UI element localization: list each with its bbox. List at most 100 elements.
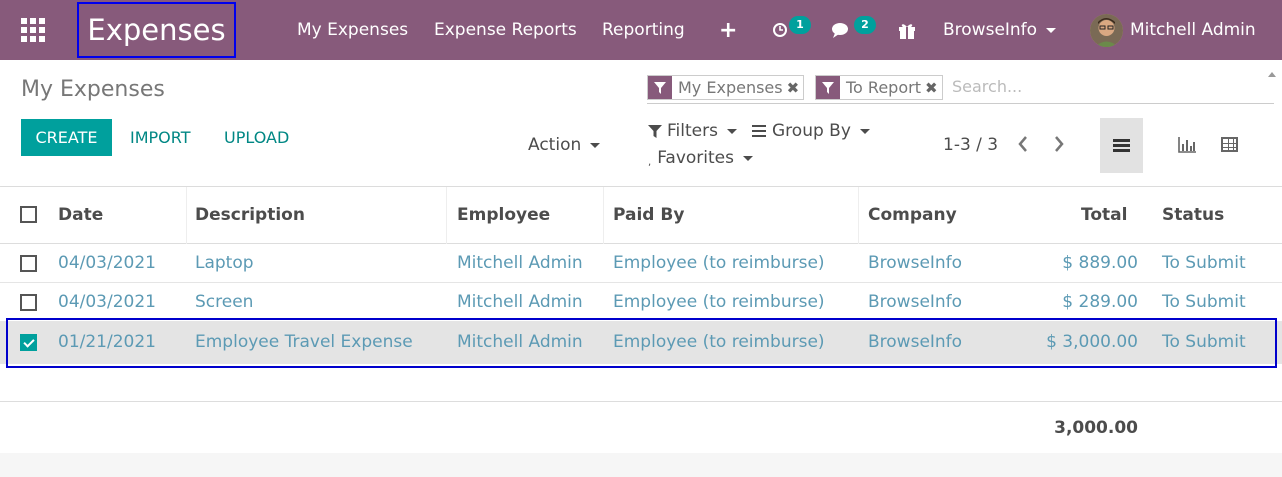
cell-status: To Submit xyxy=(1162,332,1246,352)
pager-value[interactable]: 1-3 / 3 xyxy=(943,135,998,155)
total-sum: 3,000.00 xyxy=(1054,418,1138,438)
row-checkbox[interactable] xyxy=(20,294,37,311)
user-name: Mitchell Admin xyxy=(1130,20,1256,40)
menu-reporting[interactable]: Reporting xyxy=(602,0,685,60)
cell-status: To Submit xyxy=(1162,292,1246,312)
chevron-down-icon xyxy=(859,128,870,134)
app-brand[interactable]: Expenses xyxy=(77,2,236,58)
table-footer-divider xyxy=(0,401,1282,402)
cell-employee: Mitchell Admin xyxy=(457,253,583,273)
top-navbar: Expenses My Expenses Expense Reports Rep… xyxy=(0,0,1282,60)
upload-button[interactable]: UPLOAD xyxy=(224,119,289,156)
comments-icon xyxy=(832,22,848,38)
cell-paid-by: Employee (to reimburse) xyxy=(613,332,825,352)
import-button[interactable]: IMPORT xyxy=(130,119,191,156)
messages-menu[interactable]: 2 xyxy=(832,0,876,60)
chevron-down-icon xyxy=(1046,27,1057,33)
scroll-up-icon[interactable] xyxy=(1268,72,1276,77)
cell-paid-by: Employee (to reimburse) xyxy=(613,292,825,312)
table-row[interactable]: 04/03/2021 Laptop Mitchell Admin Employe… xyxy=(0,244,1282,283)
filter-icon xyxy=(648,124,662,138)
column-header-status[interactable]: Status xyxy=(1162,205,1224,225)
cell-company: BrowseInfo xyxy=(868,292,963,312)
page-title: My Expenses xyxy=(21,77,165,102)
cell-description: Laptop xyxy=(195,253,254,273)
groupby-dropdown[interactable]: Group By xyxy=(752,121,870,141)
graph-view-icon[interactable] xyxy=(1178,137,1196,153)
gift-icon[interactable] xyxy=(898,0,916,60)
column-header-date[interactable]: Date xyxy=(58,205,103,225)
column-header-description[interactable]: Description xyxy=(195,205,305,225)
cell-status: To Submit xyxy=(1162,253,1246,273)
column-resizer[interactable] xyxy=(858,187,859,244)
facet-value: To Report xyxy=(846,78,921,97)
cell-company: BrowseInfo xyxy=(868,332,963,352)
chevron-right-icon[interactable] xyxy=(1053,133,1065,158)
column-resizer[interactable] xyxy=(186,187,187,244)
menu-expense-reports[interactable]: Expense Reports xyxy=(434,0,577,60)
remove-facet-icon[interactable]: ✖ xyxy=(787,76,804,99)
cell-company: BrowseInfo xyxy=(868,253,963,273)
cell-employee: Mitchell Admin xyxy=(457,292,583,312)
cell-description: Employee Travel Expense xyxy=(195,332,413,352)
bars-icon xyxy=(752,125,766,137)
clock-icon xyxy=(773,23,787,37)
favorites-dropdown[interactable]: , Favorites xyxy=(648,148,753,168)
facet-value: My Expenses xyxy=(678,78,783,97)
plus-icon[interactable]: + xyxy=(719,0,737,60)
user-menu[interactable]: Mitchell Admin xyxy=(1090,0,1256,60)
search-facet-to-report[interactable]: To Report ✖ xyxy=(815,75,943,100)
filters-label: Filters xyxy=(667,121,718,141)
activity-badge: 1 xyxy=(789,16,811,34)
company-switcher[interactable]: BrowseInfo xyxy=(943,0,1057,60)
action-dropdown[interactable]: Action xyxy=(528,135,601,155)
action-label: Action xyxy=(528,135,582,155)
cell-total: $ 3,000.00 xyxy=(1046,332,1138,352)
column-header-total[interactable]: Total xyxy=(1081,205,1127,225)
select-all-checkbox[interactable] xyxy=(20,206,37,223)
cell-description: Screen xyxy=(195,292,254,312)
menu-my-expenses[interactable]: My Expenses xyxy=(297,0,408,60)
cell-date: 04/03/2021 xyxy=(58,253,156,273)
company-name: BrowseInfo xyxy=(943,20,1038,40)
filter-icon xyxy=(816,76,840,99)
column-header-paid-by[interactable]: Paid By xyxy=(613,205,684,225)
cell-total: $ 889.00 xyxy=(1062,253,1138,273)
footer-band xyxy=(0,453,1282,477)
search-input[interactable]: Search... xyxy=(952,77,1022,96)
star-icon: , xyxy=(648,156,652,168)
cell-total: $ 289.00 xyxy=(1062,292,1138,312)
remove-facet-icon[interactable]: ✖ xyxy=(925,76,942,99)
create-button[interactable]: CREATE xyxy=(21,119,112,156)
table-row[interactable]: 04/03/2021 Screen Mitchell Admin Employe… xyxy=(0,283,1282,322)
groupby-label: Group By xyxy=(772,121,851,141)
filter-icon xyxy=(648,76,672,99)
cell-paid-by: Employee (to reimburse) xyxy=(613,253,825,273)
chevron-down-icon xyxy=(590,142,601,148)
messages-badge: 2 xyxy=(854,16,876,34)
row-checkbox[interactable] xyxy=(20,255,37,272)
chevron-down-icon xyxy=(726,128,737,134)
table-row-selected[interactable]: 01/21/2021 Employee Travel Expense Mitch… xyxy=(0,322,1282,364)
search-bar[interactable]: My Expenses ✖ To Report ✖ Search... xyxy=(647,75,1274,104)
list-view-button[interactable] xyxy=(1100,118,1143,173)
column-header-employee[interactable]: Employee xyxy=(457,205,550,225)
column-header-company[interactable]: Company xyxy=(868,205,957,225)
avatar xyxy=(1090,13,1123,47)
chevron-left-icon[interactable] xyxy=(1017,133,1029,158)
column-resizer[interactable] xyxy=(446,187,447,244)
chevron-down-icon xyxy=(742,155,753,161)
activity-menu[interactable]: 1 xyxy=(773,0,811,60)
filters-dropdown[interactable]: Filters xyxy=(648,121,737,141)
favorites-label: Favorites xyxy=(657,148,734,168)
list-icon xyxy=(1113,139,1130,152)
search-facet-my-expenses[interactable]: My Expenses ✖ xyxy=(647,75,805,100)
row-checkbox-checked[interactable] xyxy=(20,334,37,351)
table-header: Date Description Employee Paid By Compan… xyxy=(0,187,1282,244)
apps-grid-icon[interactable] xyxy=(21,0,45,60)
cell-date: 01/21/2021 xyxy=(58,332,156,352)
pivot-view-icon[interactable] xyxy=(1221,137,1238,152)
cell-employee: Mitchell Admin xyxy=(457,332,583,352)
column-resizer[interactable] xyxy=(603,187,604,244)
cell-date: 04/03/2021 xyxy=(58,292,156,312)
